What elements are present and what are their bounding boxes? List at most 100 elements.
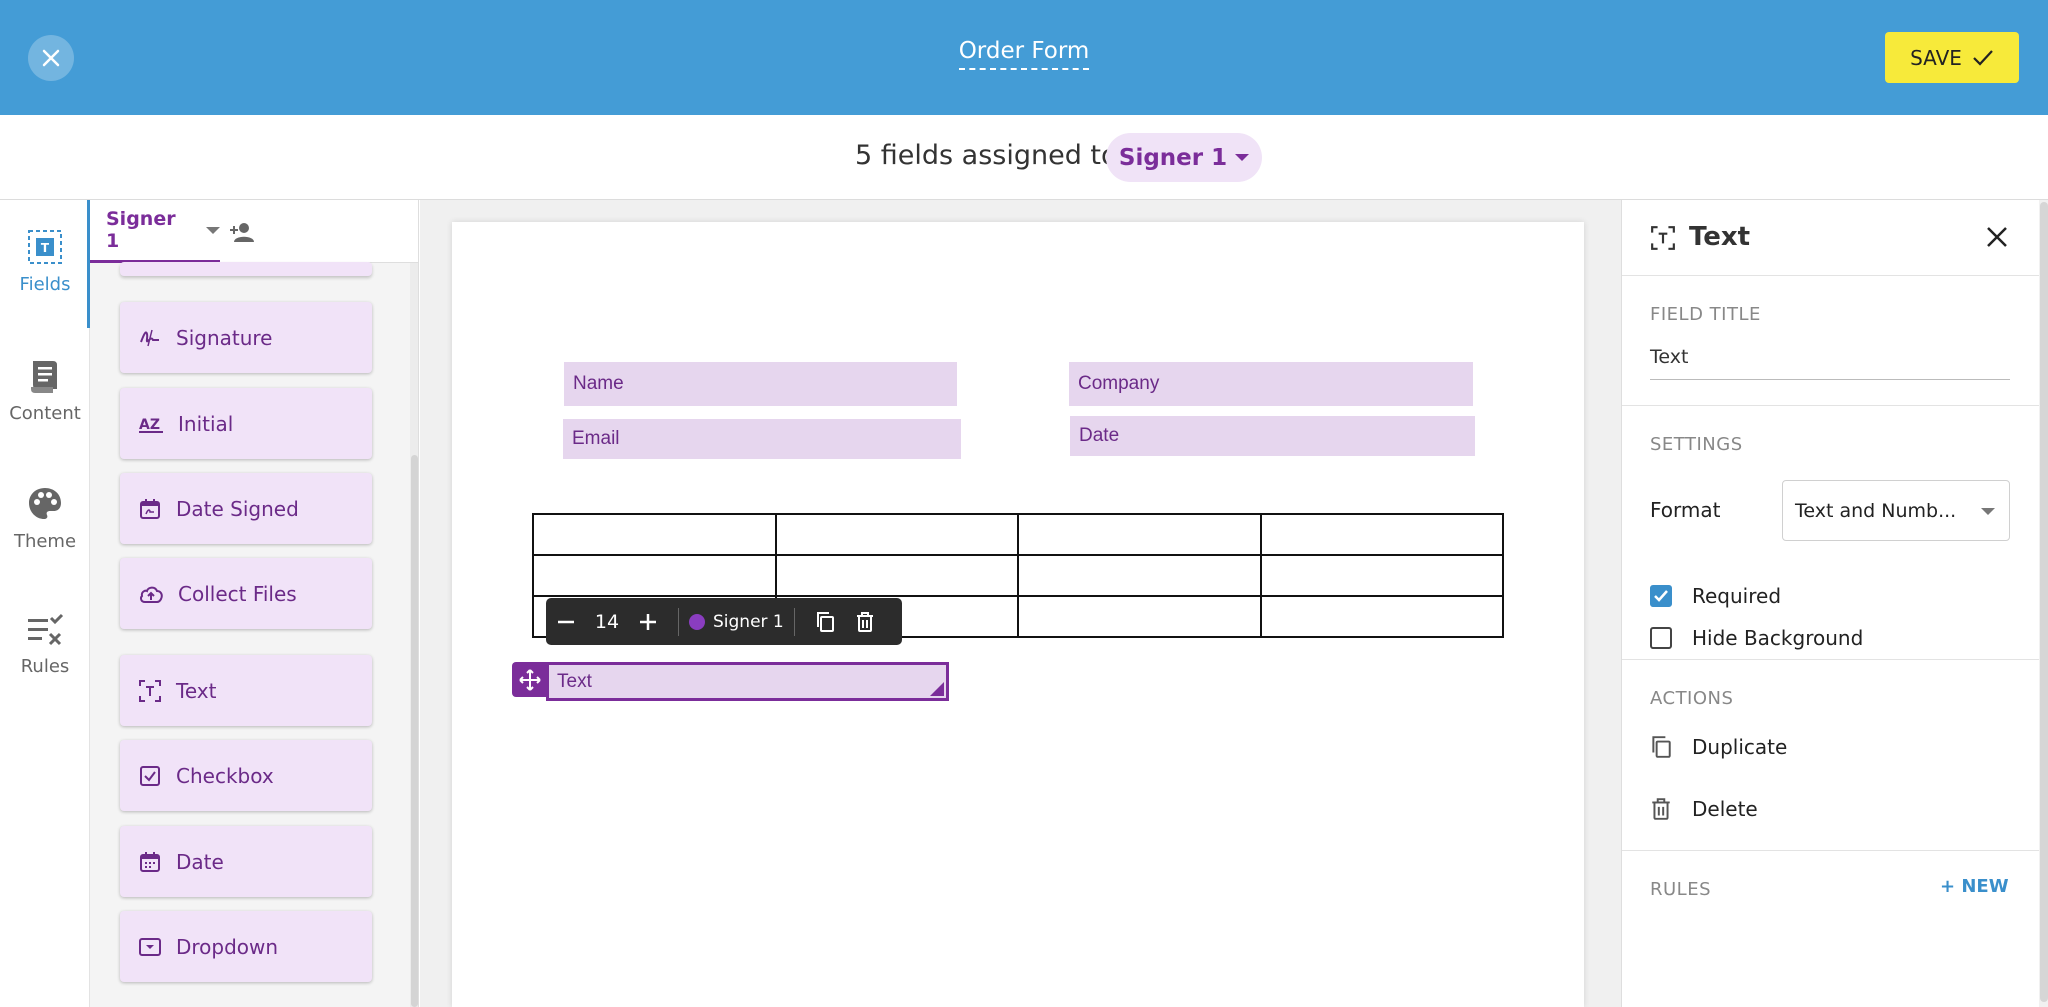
palette-signer-tab[interactable]: Signer 1	[90, 200, 220, 263]
text-field-icon	[139, 679, 161, 702]
initial-icon: AZ	[139, 417, 163, 433]
checkmark-icon	[1973, 49, 1993, 66]
rail-label-theme: Theme	[13, 531, 77, 552]
new-rule-button[interactable]: + NEW	[1940, 876, 2009, 897]
doc-field-label: Email	[572, 428, 620, 449]
palette-field-label: Date Signed	[176, 496, 299, 521]
signer-selector[interactable]: Signer 1	[1106, 133, 1262, 182]
required-checkbox[interactable]	[1650, 585, 1672, 607]
chevron-down-icon	[1235, 154, 1250, 161]
rules-icon	[28, 613, 64, 646]
add-signer-icon[interactable]	[228, 220, 256, 244]
chevron-down-icon	[206, 226, 220, 234]
table-cell	[774, 513, 1019, 556]
palette-field-label: Text	[176, 678, 217, 703]
svg-text:AZ: AZ	[139, 417, 160, 433]
document-title-text[interactable]: Order Form	[958, 38, 1090, 70]
close-panel-icon[interactable]	[1984, 224, 2010, 250]
palette-field-dropdown[interactable]: Dropdown	[120, 911, 372, 982]
fields-assigned-text: 5 fields assigned to	[855, 140, 1118, 171]
doc-field-label: Name	[573, 373, 624, 394]
palette-field-text[interactable]: Text	[120, 655, 372, 726]
rules-section-label: RULES	[1650, 879, 1712, 900]
plus-icon	[640, 613, 656, 630]
move-icon	[518, 668, 541, 691]
palette-field-checkbox[interactable]: Checkbox	[120, 740, 372, 811]
format-select[interactable]: Text and Numb...	[1782, 480, 2010, 541]
hide-background-label: Hide Background	[1692, 626, 1864, 650]
duplicate-action[interactable]: Duplicate	[1650, 735, 1787, 759]
assignment-bar: 5 fields assigned to Signer 1	[0, 115, 2048, 200]
palette-tabs: Signer 1	[90, 200, 418, 263]
palette-field-label: Signature	[176, 325, 273, 350]
selected-text-field[interactable]: Text	[546, 662, 949, 701]
hide-background-checkbox-row[interactable]: Hide Background	[1650, 626, 1863, 650]
hide-background-checkbox[interactable]	[1650, 627, 1672, 649]
table-cell	[774, 554, 1019, 597]
selected-field-label: Text	[557, 670, 592, 692]
palette-field-initial[interactable]: AZ Initial	[120, 388, 372, 459]
save-label: SAVE	[1910, 45, 1962, 70]
table-cell	[1017, 595, 1262, 638]
delete-field-button[interactable]	[845, 598, 885, 645]
panel-scrollbar-thumb[interactable]	[2040, 202, 2048, 1002]
palette-field-partial[interactable]	[120, 262, 372, 276]
chevron-down-icon	[1981, 508, 1995, 515]
panel-divider	[1622, 405, 2039, 406]
resize-handle[interactable]	[930, 682, 944, 696]
toolbar-divider	[793, 607, 795, 636]
rail-item-theme[interactable]: Theme	[0, 485, 90, 552]
table-cell	[1017, 513, 1262, 556]
save-button[interactable]: SAVE	[1885, 32, 2019, 83]
checkbox-icon	[140, 765, 160, 786]
doc-field-email[interactable]: Email	[563, 419, 961, 459]
panel-divider	[1622, 850, 2039, 851]
table-cell	[532, 513, 777, 556]
delete-action[interactable]: Delete	[1650, 797, 1758, 821]
rail-item-rules[interactable]: Rules	[0, 612, 90, 677]
required-checkbox-row[interactable]: Required	[1650, 584, 1781, 608]
doc-field-label: Company	[1078, 373, 1160, 394]
field-toolbar: 14 Signer 1	[546, 598, 902, 645]
dropdown-icon	[139, 937, 161, 956]
checkmark-icon	[1654, 590, 1668, 602]
field-title-section-label: FIELD TITLE	[1650, 304, 1761, 325]
rail-item-content[interactable]: Content	[0, 357, 90, 424]
rail-label-rules: Rules	[20, 656, 70, 677]
decrease-font-size-button[interactable]	[546, 598, 586, 645]
duplicate-label: Duplicate	[1692, 735, 1788, 759]
doc-field-company[interactable]: Company	[1069, 362, 1473, 406]
palette-field-label: Checkbox	[176, 763, 274, 788]
rail-label-fields: Fields	[19, 274, 71, 295]
field-title-input[interactable]: Text	[1650, 342, 2010, 380]
rail-label-content: Content	[9, 403, 81, 424]
format-select-value: Text and Numb...	[1795, 499, 1957, 522]
duplicate-field-button[interactable]	[805, 598, 845, 645]
palette-field-date[interactable]: Date	[120, 826, 372, 897]
left-nav-rail: T Fields Content Theme Rules	[0, 200, 90, 1007]
doc-field-date[interactable]: Date	[1070, 416, 1475, 456]
fields-icon: T	[28, 230, 62, 264]
palette-field-signature[interactable]: Signature	[120, 302, 372, 373]
toolbar-divider	[678, 607, 679, 636]
doc-field-name[interactable]: Name	[564, 362, 957, 406]
top-bar: Order Form SAVE	[0, 0, 2048, 115]
palette-scrollbar-thumb[interactable]	[411, 455, 418, 1007]
field-signer-selector[interactable]: Signer 1	[689, 612, 784, 632]
palette-field-collect-files[interactable]: Collect Files	[120, 558, 372, 629]
font-size-value: 14	[594, 610, 620, 633]
document-title[interactable]: Order Form	[0, 38, 2048, 70]
panel-title: Text	[1689, 222, 1751, 252]
table-row	[532, 513, 1504, 556]
increase-font-size-button[interactable]	[628, 598, 668, 645]
minus-icon	[558, 620, 574, 623]
rail-item-fields[interactable]: T Fields	[0, 228, 90, 295]
palette-field-label: Collect Files	[178, 581, 297, 606]
palette-field-date-signed[interactable]: Date Signed	[120, 473, 372, 544]
signature-icon	[140, 329, 159, 346]
delete-label: Delete	[1692, 797, 1758, 821]
palette-field-label: Date	[176, 849, 224, 874]
move-handle[interactable]	[512, 662, 547, 697]
table-cell	[1259, 513, 1504, 556]
calendar-icon	[140, 851, 160, 872]
